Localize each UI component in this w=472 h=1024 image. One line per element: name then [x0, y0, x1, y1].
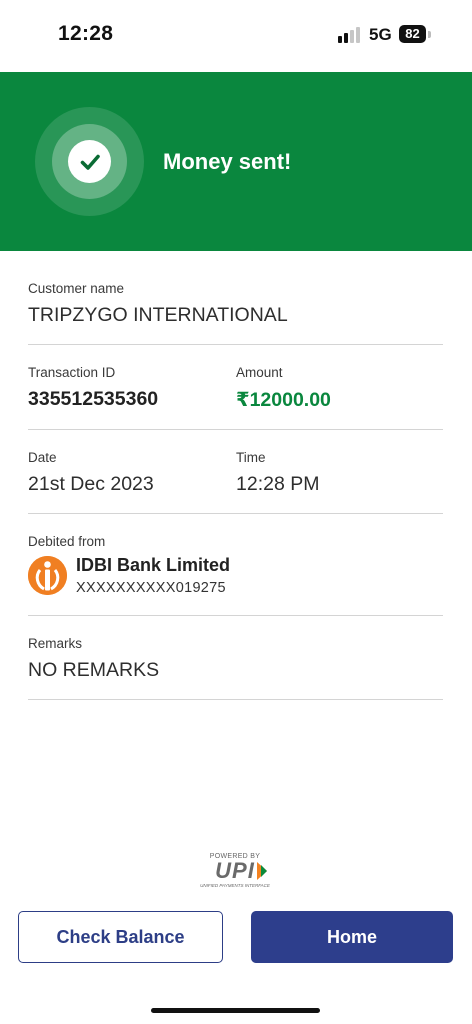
network-type: 5G: [369, 25, 392, 44]
time-value: 12:28 PM: [236, 473, 320, 495]
date-value: 21st Dec 2023: [28, 473, 154, 495]
datetime-section: Date 21st Dec 2023 Time 12:28 PM: [28, 450, 443, 514]
time-label: Time: [236, 450, 266, 465]
debited-from-label: Debited from: [28, 534, 106, 549]
upi-wordmark: UPI: [215, 858, 255, 883]
check-balance-button[interactable]: Check Balance: [18, 911, 223, 963]
bank-account-number: XXXXXXXXXX019275: [76, 580, 226, 596]
home-indicator[interactable]: [151, 1008, 320, 1013]
home-button[interactable]: Home: [251, 911, 453, 963]
amount-value: ₹12000.00: [236, 389, 331, 411]
battery-cap: [428, 31, 431, 38]
remarks-value: NO REMARKS: [28, 659, 160, 681]
status-bar: 12:28 5G 82: [0, 0, 472, 72]
success-banner: Money sent!: [0, 72, 472, 251]
transaction-section: Transaction ID 335512535360 Amount ₹1200…: [28, 365, 443, 430]
upi-arrow-icon: [256, 862, 267, 880]
battery-icon: 82: [399, 25, 426, 43]
amount-label: Amount: [236, 365, 283, 380]
customer-name-value: TRIPZYGO INTERNATIONAL: [28, 304, 288, 326]
upi-subtitle: UNIFIED PAYMENTS INTERFACE: [200, 883, 270, 888]
cellular-signal-icon: [338, 27, 362, 43]
remarks-label: Remarks: [28, 636, 83, 651]
idbi-bank-logo-icon: [28, 556, 67, 595]
transaction-id-value: 335512535360: [28, 388, 159, 410]
date-label: Date: [28, 450, 57, 465]
transaction-id-label: Transaction ID: [28, 365, 116, 380]
success-check-icon: [35, 107, 144, 216]
remarks-section: Remarks NO REMARKS: [28, 636, 443, 700]
debit-section: Debited from IDBI Bank Limited XXXXXXXXX…: [28, 534, 443, 616]
upi-logo: POWERED BY UPI UNIFIED PAYMENTS INTERFAC…: [195, 853, 275, 893]
status-time: 12:28: [58, 22, 114, 45]
success-title: Money sent!: [163, 149, 292, 174]
bank-name: IDBI Bank Limited: [76, 555, 231, 575]
customer-section: Customer name TRIPZYGO INTERNATIONAL: [28, 281, 443, 345]
customer-name-label: Customer name: [28, 281, 125, 296]
